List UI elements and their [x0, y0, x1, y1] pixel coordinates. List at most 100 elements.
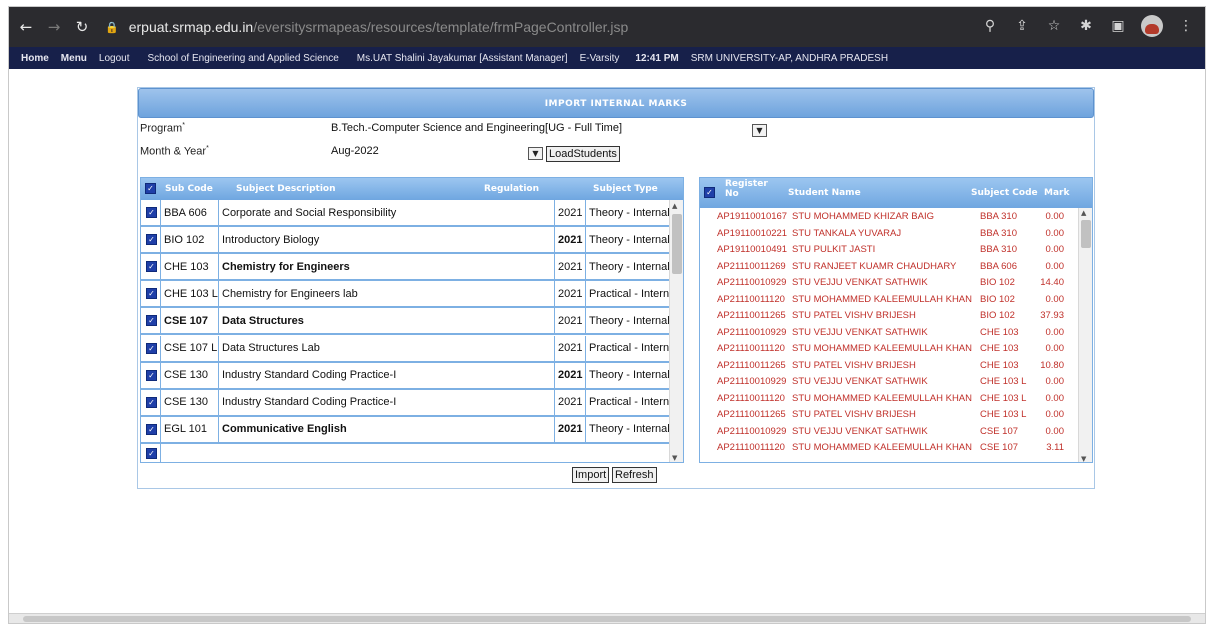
checkbox-checked-icon[interactable]: ✓ [146, 288, 157, 300]
back-arrow-icon[interactable]: ← [15, 16, 37, 38]
register-no: AP21110010929 [717, 425, 787, 437]
register-no: AP21110011265 [717, 359, 786, 371]
scroll-thumb[interactable] [23, 616, 1191, 622]
list-item[interactable]: AP19110010491 STU PULKIT JASTI BBA 310 0.00 [700, 244, 1076, 255]
subject-code: CHE 103 L [980, 409, 1027, 420]
list-item[interactable]: AP21110011120 STU MOHAMMED KALEEMULLAH KH… [700, 442, 1076, 453]
refresh-button[interactable]: Refresh [612, 467, 657, 483]
lock-icon: 🔒 [105, 21, 119, 34]
subject-code: BBA 310 [980, 244, 1017, 255]
address-bar[interactable]: 🔒 erpuat.srmap.edu.in /eversitysrmapeas/… [105, 15, 755, 39]
select-all-marks-checkbox[interactable]: ✓ [704, 187, 715, 198]
list-item[interactable]: AP21110011120 STU MOHAMMED KALEEMULLAH KH… [700, 393, 1076, 404]
subject-code: CSE 107 [980, 442, 1019, 453]
star-icon[interactable]: ☆ [1045, 18, 1063, 34]
mark-value: 0.00 [1045, 211, 1065, 222]
checkbox-checked-icon[interactable]: ✓ [146, 261, 157, 273]
list-item[interactable]: AP21110010929 STU VEJJU VENKAT SATHWIK BIO… [700, 277, 1076, 288]
select-all-checkbox[interactable]: ✓ [145, 183, 156, 194]
logout-link[interactable]: Logout [99, 53, 130, 64]
menu-link[interactable]: Menu [61, 53, 87, 64]
dropdown-arrow-icon[interactable]: ▼ [528, 147, 543, 160]
col-mark: Mark [1044, 188, 1070, 198]
cell-subject-type: Theory - Internal [589, 233, 669, 246]
scroll-thumb[interactable] [672, 214, 682, 274]
import-button[interactable]: Import [572, 467, 610, 483]
register-no: AP21110010929 [717, 376, 787, 387]
list-item[interactable]: AP19110010167 STU MOHAMMED KHIZAR BAIG BBA… [700, 211, 1076, 222]
cell-subject-type: Practical - Internal [589, 342, 669, 354]
col-sub-code: Sub Code [165, 184, 213, 194]
checkbox-checked-icon[interactable]: ✓ [146, 369, 157, 381]
cell-subject-description: Chemistry for Engineers lab [219, 281, 555, 307]
subject-code: BBA 606 [980, 260, 1017, 272]
list-item[interactable]: AP21110011269 STU RANJEET KUAMR CHAUDHARY… [700, 261, 1076, 272]
cell-sub-code: BIO 102 [161, 227, 219, 253]
list-item[interactable]: AP21110011120 STU MOHAMMED KALEEMULLAH KH… [700, 343, 1076, 354]
checkbox-checked-icon[interactable]: ✓ [146, 207, 157, 218]
more-icon[interactable]: ⋮ [1177, 18, 1195, 34]
checkbox-checked-icon[interactable]: ✓ [146, 234, 157, 246]
register-no: AP21110011120 [717, 343, 785, 354]
scroll-thumb[interactable] [1081, 220, 1091, 248]
app-name: E-Varsity [579, 52, 620, 64]
subjects-table: ✓ Sub Code Subject Description Regulatio… [140, 177, 684, 463]
list-item[interactable]: AP21110011265 STU PATEL VISHV BRIJESH CHE … [700, 409, 1076, 420]
cell-sub-code: CSE 130 [161, 389, 219, 415]
dropdown-arrow-icon[interactable]: ▼ [752, 124, 767, 137]
col-subject-type: Subject Type [593, 184, 658, 194]
zoom-icon[interactable]: ⚲ [981, 18, 999, 34]
register-no: AP19110010491 [717, 244, 788, 255]
list-item[interactable]: AP19110010221 STU TANKALA YUVARAJ BBA 310 0… [700, 228, 1076, 239]
student-name: STU MOHAMMED KALEEMULLAH KHAN [792, 293, 973, 305]
table-row: ✓ CHE 103 L Chemistry for Engineers lab 202… [141, 281, 669, 309]
student-name: STU PULKIT JASTI [792, 244, 876, 255]
list-item[interactable]: AP21110010929 STU VEJJU VENKAT SATHWIK CHE… [700, 376, 1076, 387]
subject-code: CSE 107 [980, 425, 1019, 437]
list-item[interactable]: AP21110011120 STU MOHAMMED KALEEMULLAH KH… [700, 294, 1076, 305]
profile-avatar[interactable] [1141, 15, 1163, 37]
home-link[interactable]: Home [21, 53, 49, 64]
mark-value: 0.00 [1045, 343, 1065, 354]
checkbox-checked-icon[interactable]: ✓ [146, 315, 157, 327]
forward-arrow-icon[interactable]: → [43, 16, 65, 38]
student-name: STU PATEL VISHV BRIJESH [792, 359, 916, 371]
subjects-scrollbar[interactable]: ▲ ▼ [669, 200, 683, 462]
mark-value: 0.00 [1045, 227, 1065, 239]
list-item[interactable]: AP21110010929 STU VEJJU VENKAT SATHWIK CSE… [700, 426, 1076, 437]
share-icon[interactable]: ⇪ [1013, 18, 1031, 34]
cell-sub-code: CSE 107 L [161, 335, 219, 361]
reload-icon[interactable]: ↻ [71, 16, 93, 38]
register-no: AP21110011265 [717, 409, 786, 420]
register-no: AP21110011120 [717, 392, 785, 404]
cell-subject-type: Theory - Internal [589, 314, 669, 327]
subject-code: CHE 103 L [980, 376, 1027, 387]
checkbox-checked-icon[interactable]: ✓ [146, 396, 157, 408]
list-item[interactable]: AP21110011265 STU PATEL VISHV BRIJESH CHE … [700, 360, 1076, 371]
cell-subject-description: Industry Standard Coding Practice-I [219, 389, 555, 415]
register-no: AP19110010221 [717, 227, 788, 239]
register-no: AP21110011120 [717, 293, 785, 305]
list-item[interactable]: AP21110011265 STU PATEL VISHV BRIJESH BIO … [700, 310, 1076, 321]
student-name: STU PATEL VISHV BRIJESH [792, 409, 916, 420]
cell-subject-description: Corporate and Social Responsibility [219, 200, 555, 225]
program-label: Program* [140, 122, 185, 135]
table-row: ✓ CSE 107 L Data Structures Lab 2021 Practic… [141, 335, 669, 363]
checkbox-checked-icon[interactable]: ✓ [146, 447, 157, 459]
list-item[interactable]: AP21110010929 STU VEJJU VENKAT SATHWIK CHE… [700, 327, 1076, 338]
student-name: STU MOHAMMED KHIZAR BAIG [792, 211, 934, 222]
horizontal-scrollbar[interactable] [9, 613, 1205, 623]
sidebar-icon[interactable]: ▣ [1109, 18, 1127, 34]
checkbox-checked-icon[interactable]: ✓ [146, 423, 157, 435]
marks-scrollbar[interactable]: ▲ ▼ [1078, 208, 1092, 462]
program-select[interactable]: B.Tech.-Computer Science and Engineering… [331, 122, 622, 134]
extensions-icon[interactable]: ✱ [1077, 18, 1095, 34]
cell-subject-description: Communicative English [219, 416, 555, 442]
student-name: STU RANJEET KUAMR CHAUDHARY [792, 260, 957, 272]
import-marks-panel: IMPORT INTERNAL MARKS Program* B.Tech.-C… [137, 87, 1095, 489]
month-year-select[interactable]: Aug-2022 [331, 145, 379, 157]
cell-regulation: 2021 [555, 254, 586, 280]
register-no: AP21110011120 [717, 442, 785, 453]
checkbox-checked-icon[interactable]: ✓ [146, 342, 157, 354]
load-students-button[interactable]: LoadStudents [546, 146, 620, 162]
